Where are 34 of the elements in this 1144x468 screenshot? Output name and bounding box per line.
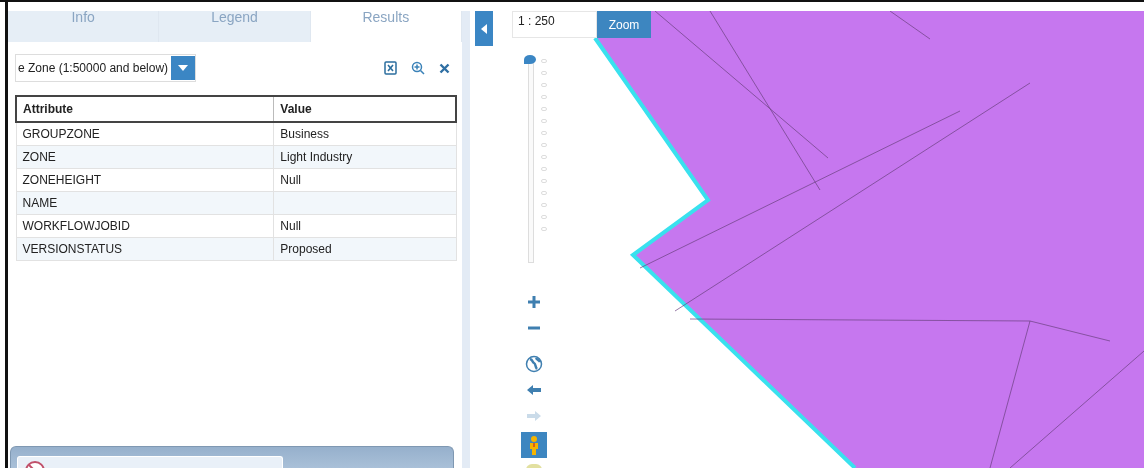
table-cell: Null (273, 168, 456, 192)
tab[interactable]: Legend (159, 11, 311, 42)
table-cell: VERSIONSTATUS (16, 237, 274, 261)
tab[interactable]: Info (8, 11, 160, 42)
column-header: Attribute (16, 96, 274, 122)
arrow-icon (527, 385, 541, 395)
table-cell: ZONE (16, 145, 274, 169)
person-button[interactable] (521, 432, 547, 458)
column-header: Value (273, 96, 456, 122)
layer-dropdown[interactable]: e Zone (1:50000 and below) (15, 54, 197, 82)
arrow-icon (527, 411, 541, 421)
table-cell: Proposed (273, 237, 456, 261)
table-cell: ZONEHEIGHT (16, 168, 274, 192)
table-cell: Light Industry (273, 145, 456, 169)
export-icon[interactable] (384, 61, 397, 75)
globe-icon (525, 355, 543, 373)
caret-icon (171, 56, 196, 80)
scale-field[interactable]: 1 : 250 (512, 11, 597, 38)
minus-icon (527, 326, 541, 330)
table-cell: Null (273, 214, 456, 238)
table-cell: GROUPZONE (16, 122, 274, 146)
zoom-to-icon[interactable] (411, 61, 425, 75)
caret-icon (481, 23, 487, 34)
plus-icon (527, 295, 541, 309)
table-cell: Business (273, 122, 456, 146)
close-icon[interactable] (439, 62, 450, 74)
table-cell: NAME (16, 191, 274, 215)
slider-thumb[interactable] (524, 55, 536, 64)
zoom-button[interactable]: Zoom (597, 11, 651, 38)
prohibited-icon (24, 460, 46, 468)
tab[interactable]: Results (310, 11, 462, 42)
person-icon (528, 435, 540, 455)
collapse-button[interactable] (475, 11, 493, 46)
table-cell: WORKFLOWJOBID (16, 214, 274, 238)
